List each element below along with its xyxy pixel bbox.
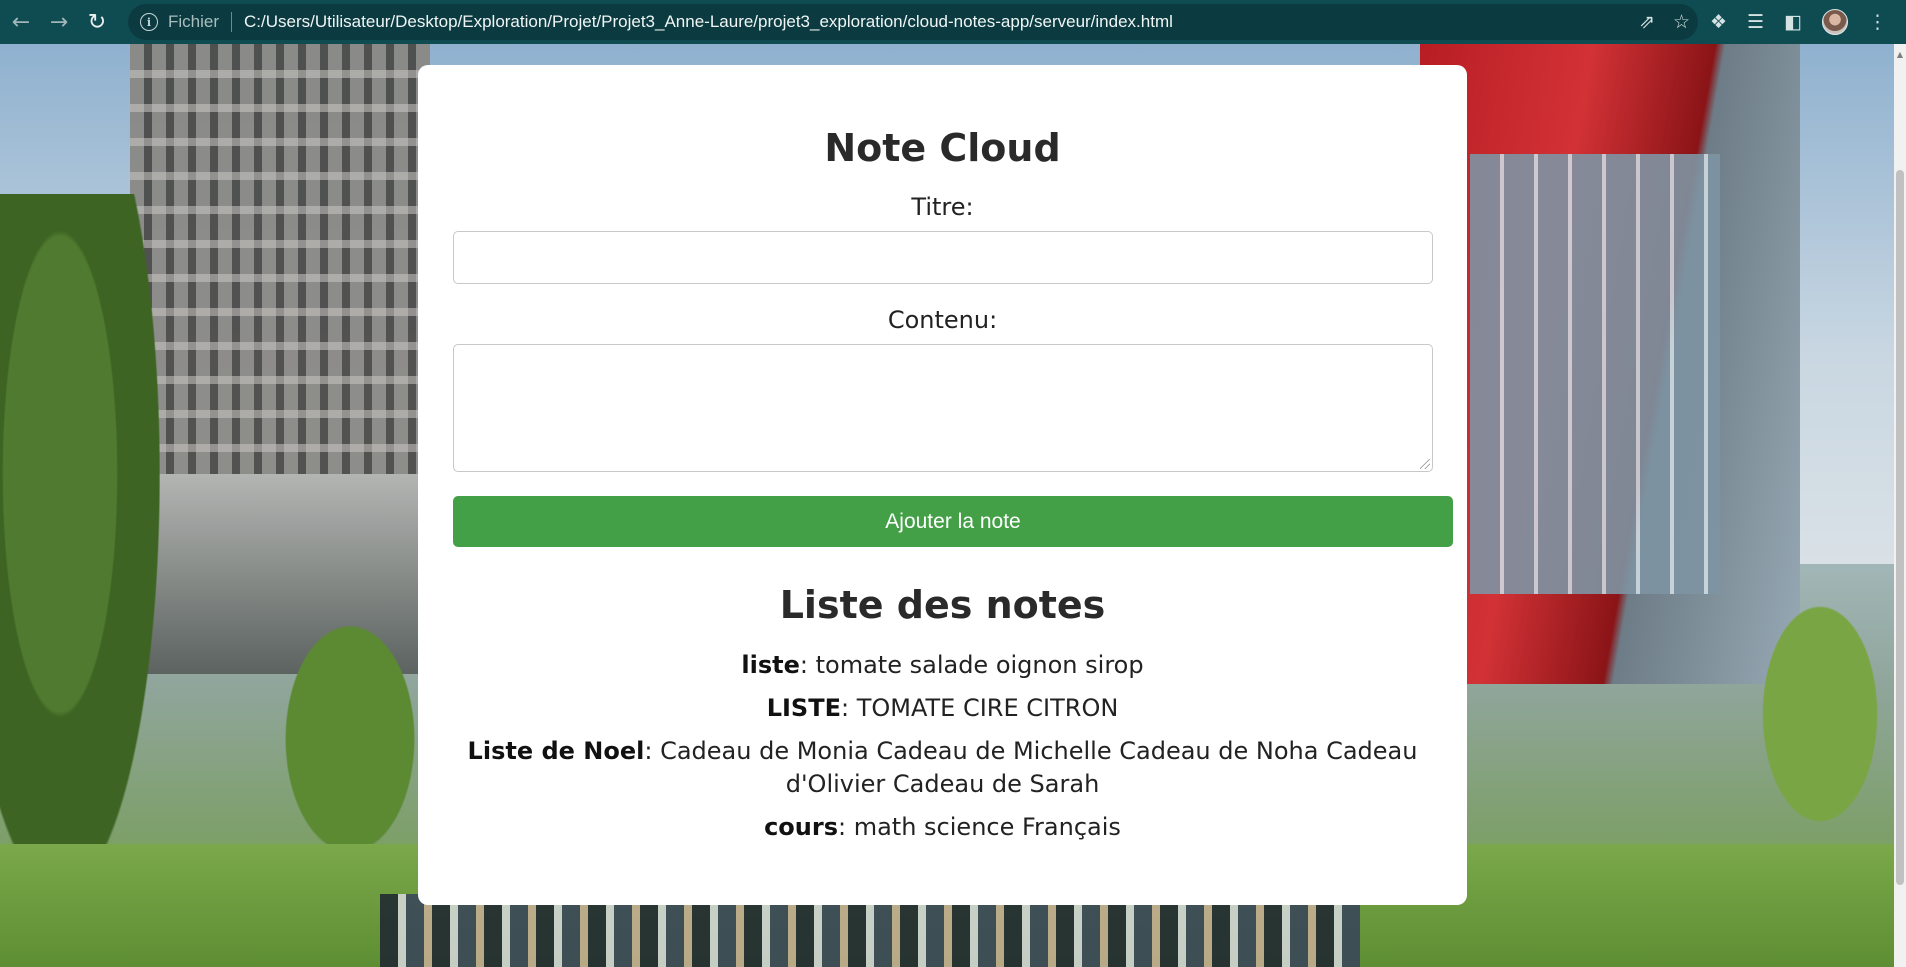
reload-icon: ↻ — [87, 9, 107, 35]
notes-list: liste: tomate salade oignon sirop LISTE:… — [453, 649, 1432, 844]
add-note-button[interactable]: Ajouter la note — [453, 496, 1453, 547]
content-label: Contenu: — [887, 306, 998, 334]
note-title: cours — [764, 813, 838, 841]
forward-button[interactable]: → — [42, 5, 76, 39]
note-content: Cadeau de Monia Cadeau de Michelle Cadea… — [660, 737, 1418, 798]
back-button[interactable]: ← — [4, 5, 38, 39]
note-title: LISTE — [766, 694, 841, 722]
notes-list-title: Liste des notes — [779, 583, 1106, 627]
resize-handle-icon[interactable] — [1420, 459, 1430, 469]
divider — [231, 12, 233, 32]
scrollbar-thumb[interactable] — [1896, 170, 1904, 885]
note-content: tomate salade oignon sirop — [815, 651, 1144, 679]
note-title: Liste de Noel — [467, 737, 645, 765]
info-icon[interactable]: i — [140, 13, 158, 31]
share-icon[interactable]: ⇗ — [1639, 11, 1655, 33]
side-panel-icon[interactable]: ◧ — [1784, 11, 1802, 33]
browser-toolbar: ← → ↻ i Fichier C:/Users/Utilisateur/Des… — [0, 0, 1906, 44]
url-text[interactable]: C:/Users/Utilisateur/Desktop/Exploration… — [244, 12, 1173, 32]
note-content: math science Français — [853, 813, 1121, 841]
scroll-up-arrow-icon[interactable]: ▲ — [1894, 50, 1906, 62]
menu-icon[interactable]: ⋮ — [1868, 11, 1887, 33]
list-item: Liste de Noel: Cadeau de Monia Cadeau de… — [467, 737, 1418, 798]
notes-card: Note Cloud Titre: Contenu: Ajouter la no… — [418, 65, 1467, 905]
star-icon[interactable]: ☆ — [1673, 11, 1690, 33]
list-item: cours: math science Français — [764, 813, 1121, 841]
content-textarea[interactable] — [453, 344, 1433, 472]
arrow-left-icon: ← — [11, 9, 31, 35]
reading-list-icon[interactable]: ☰ — [1747, 11, 1764, 33]
address-bar[interactable]: i Fichier C:/Users/Utilisateur/Desktop/E… — [128, 4, 1698, 40]
scheme-label: Fichier — [168, 12, 220, 31]
extensions-icon[interactable]: ❖ — [1710, 11, 1727, 33]
list-item: LISTE: TOMATE CIRE CITRON — [766, 694, 1119, 722]
page-title: Note Cloud — [824, 126, 1061, 170]
title-label: Titre: — [911, 193, 974, 221]
title-input[interactable] — [453, 231, 1433, 284]
profile-avatar[interactable] — [1822, 9, 1849, 35]
note-title: liste — [741, 651, 800, 679]
note-content: TOMATE CIRE CITRON — [856, 694, 1119, 722]
arrow-right-icon: → — [49, 9, 69, 35]
list-item: liste: tomate salade oignon sirop — [741, 651, 1144, 679]
reload-button[interactable]: ↻ — [80, 5, 114, 39]
